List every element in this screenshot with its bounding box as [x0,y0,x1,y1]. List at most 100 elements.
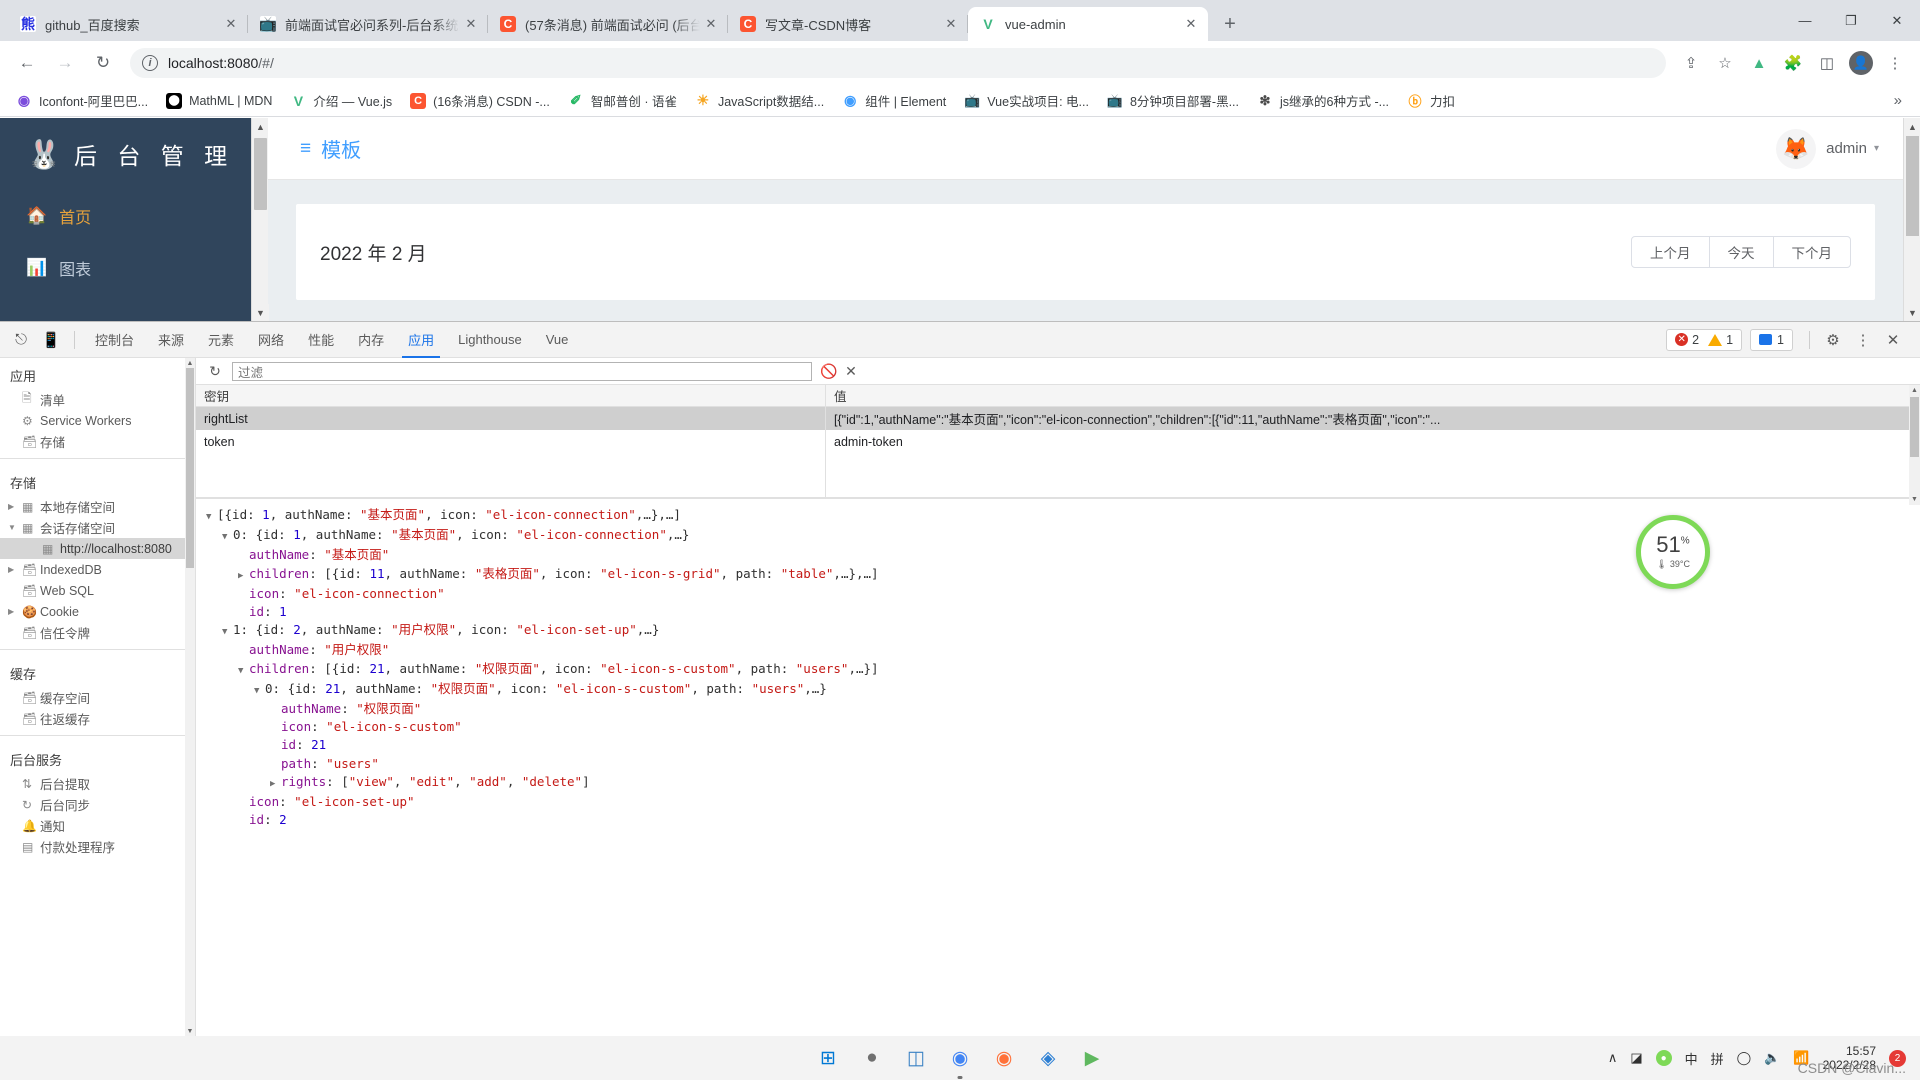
scrollbar-thumb[interactable] [186,368,194,568]
sidebar-item-charts[interactable]: 📊 图表 [0,242,268,294]
bookmark-item[interactable]: V 介绍 — Vue.js [282,89,400,113]
extensions-icon[interactable]: 🧩 [1778,48,1808,78]
delete-selected-icon[interactable]: ✕ [840,363,862,380]
minimize-button[interactable]: — [1782,0,1828,41]
media-player-taskbar-icon[interactable]: ▶ [1075,1041,1109,1075]
tab-close-icon[interactable]: ✕ [1180,13,1202,35]
start-button[interactable]: ⊞ [811,1041,845,1075]
today-button[interactable]: 今天 [1708,236,1774,268]
issues-counter[interactable]: ✕ 2 1 [1666,328,1743,351]
sidebar-item-cache-storage[interactable]: 🗃 缓存空间 [0,687,195,708]
temperature-widget[interactable]: 51% 🌡 39°C [1636,515,1710,589]
sidebar-item-manifest[interactable]: 🗎 清单 [0,389,195,410]
bookmark-item[interactable]: 📺 Vue实战项目: 电... [956,89,1097,113]
scroll-down-icon[interactable]: ▼ [1904,304,1920,321]
tab-lighthouse[interactable]: Lighthouse [446,322,534,358]
sidebar-scrollbar[interactable]: ▲ ▼ [251,118,269,321]
prev-month-button[interactable]: 上个月 [1631,236,1710,268]
sidebar-item-web-sql[interactable]: 🗃 Web SQL [0,580,195,601]
forward-icon[interactable]: → [48,46,82,80]
firefox-taskbar-icon[interactable]: ◉ [987,1041,1021,1075]
bookmark-item[interactable]: ⬤ MathML | MDN [158,89,280,113]
disclosure-open-icon[interactable] [222,528,233,546]
tray-icon-misc[interactable]: ◯ [1737,1050,1752,1066]
clear-all-icon[interactable]: 🚫 [818,363,840,380]
user-menu[interactable]: 🦊 admin ▾ [1776,128,1879,169]
tab-sources[interactable]: 来源 [146,322,196,358]
page-scrollbar[interactable]: ▲ ▼ [1903,118,1920,321]
refresh-icon[interactable]: ↻ [204,363,226,380]
sidebar-item-indexeddb[interactable]: ▶ 🗃 IndexedDB [0,559,195,580]
json-tree-row[interactable]: path: "users" [206,755,1920,773]
sidebar-item-session-storage[interactable]: ▼ ▦ 会话存储空间 [0,517,195,538]
sidebar-item-home[interactable]: 🏠 首页 [0,190,268,242]
disclosure-open-icon[interactable] [254,682,265,700]
bookmark-item[interactable]: ✐ 智邮普创 · 语雀 [560,89,685,113]
tab-close-icon[interactable]: ✕ [940,13,962,35]
tab-elements[interactable]: 元素 [196,322,246,358]
site-info-icon[interactable]: i [142,55,158,71]
chrome-taskbar-icon[interactable]: ◉ [943,1041,977,1075]
json-tree-row[interactable]: id: 2 [206,811,1920,829]
json-tree-row[interactable]: id: 1 [206,603,1920,621]
browser-tab-3[interactable]: C 写文章-CSDN博客 ✕ [728,7,968,41]
sidebar-item-storage[interactable]: 🗃 存储 [0,431,195,452]
maximize-button[interactable]: ❐ [1828,0,1874,41]
bookmark-item[interactable]: ◉ 组件 | Element [834,89,954,113]
json-tree-row[interactable]: children: [{id: 21, authName: "权限页面", ic… [206,660,1920,680]
json-tree-row[interactable]: icon: "el-icon-s-custom" [206,718,1920,736]
browser-tab-4-active[interactable]: V vue-admin ✕ [968,7,1208,41]
tab-application[interactable]: 应用 [396,322,446,358]
disclosure-open-icon[interactable] [238,662,249,680]
bookmark-item[interactable]: 📺 8分钟项目部署-黑... [1099,89,1247,113]
tab-vue[interactable]: Vue [534,322,581,358]
back-icon[interactable]: ← [10,46,44,80]
chevron-down-icon[interactable]: ▼ [8,523,16,532]
disclosure-closed-icon[interactable] [270,775,281,793]
bookmark-item[interactable]: ❇ js继承的6种方式 -... [1249,89,1397,113]
address-bar[interactable]: i localhost:8080/#/ [130,48,1666,78]
sidebar-item-local-storage[interactable]: ▶ ▦ 本地存储空间 [0,496,195,517]
bookmarks-overflow-icon[interactable]: » [1894,92,1912,109]
sidepanel-icon[interactable]: ◫ [1812,48,1842,78]
search-button[interactable]: ● [855,1041,889,1075]
tab-close-icon[interactable]: ✕ [220,13,242,35]
inspect-element-icon[interactable]: ⎋ [7,326,35,354]
tray-icon-volume[interactable]: 🔈 [1764,1050,1780,1066]
close-window-button[interactable]: ✕ [1874,0,1920,41]
tab-console[interactable]: 控制台 [83,322,146,358]
scrollbar-thumb[interactable] [1910,397,1919,457]
bookmark-item[interactable]: C (16条消息) CSDN -... [402,89,558,113]
sidebar-item-localhost-8080[interactable]: ▦ http://localhost:8080 [0,538,195,559]
browser-tab-0[interactable]: 熊 github_百度搜索 ✕ [8,7,248,41]
bookmark-item[interactable]: ⓑ 力扣 [1399,89,1463,113]
sidebar-item-background-fetch[interactable]: ⇅ 后台提取 [0,773,195,794]
reload-icon[interactable]: ↻ [86,46,120,80]
scroll-down-icon[interactable]: ▼ [1909,494,1920,505]
ime-mode-indicator[interactable]: 拼 [1711,1049,1724,1068]
scroll-up-icon[interactable]: ▲ [1904,118,1920,135]
scrollbar-thumb[interactable] [254,138,267,210]
star-icon[interactable]: ☆ [1710,48,1740,78]
sidebar-item-cookie[interactable]: ▶ 🍪 Cookie [0,601,195,622]
scrollbar-thumb[interactable] [1906,136,1919,236]
ime-status-badge[interactable]: ● [1655,1050,1672,1066]
share-icon[interactable]: ⇪ [1676,48,1706,78]
scroll-down-icon[interactable]: ▼ [252,304,269,321]
json-tree-row[interactable]: icon: "el-icon-set-up" [206,793,1920,811]
json-tree-row[interactable]: rights: ["view", "edit", "add", "delete"… [206,773,1920,793]
disclosure-open-icon[interactable] [206,508,217,526]
json-tree-row[interactable]: 0: {id: 21, authName: "权限页面", icon: "el-… [206,680,1920,700]
scroll-up-icon[interactable]: ▲ [1909,385,1920,396]
sidebar-item-notifications[interactable]: 🔔 通知 [0,815,195,836]
more-vertical-icon[interactable]: ⋮ [1849,326,1877,354]
tab-close-icon[interactable]: ✕ [700,13,722,35]
column-header-key[interactable]: 密钥 [196,385,826,406]
column-header-value[interactable]: 值 [826,385,1920,406]
vscode-taskbar-icon[interactable]: ◈ [1031,1041,1065,1075]
tab-memory[interactable]: 内存 [346,322,396,358]
chevron-right-icon[interactable]: ▶ [8,502,14,511]
tab-performance[interactable]: 性能 [296,322,346,358]
sidebar-item-back-forward-cache[interactable]: 🗃 往返缓存 [0,708,195,729]
device-toolbar-icon[interactable]: 📱 [37,326,65,354]
